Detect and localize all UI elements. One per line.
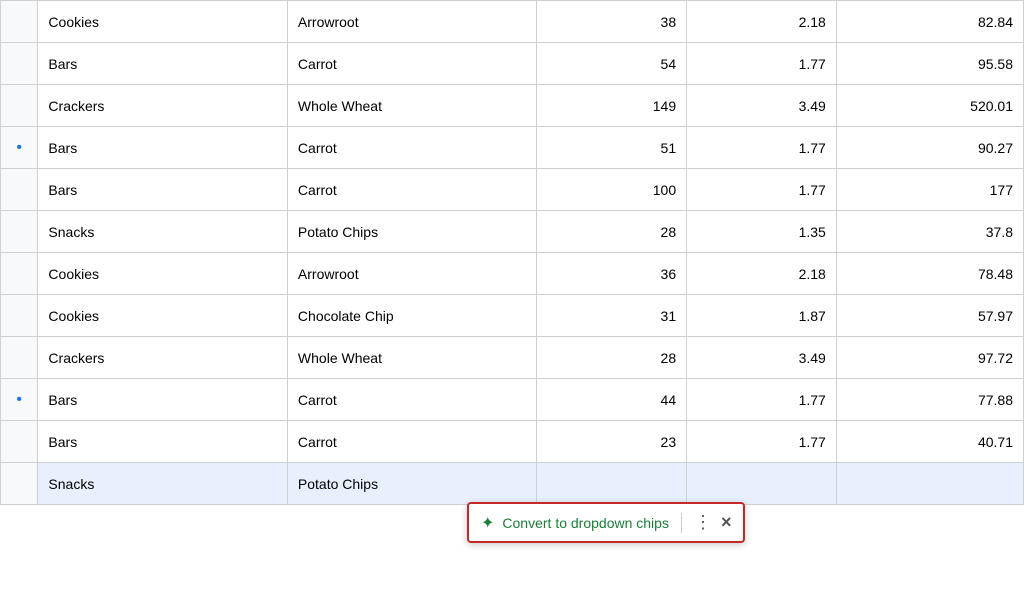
total-cell[interactable]: 177 <box>836 169 1023 211</box>
qty-cell[interactable]: 28 <box>537 211 687 253</box>
popup-label[interactable]: Convert to dropdown chips <box>502 515 669 531</box>
price-cell[interactable]: 1.77 <box>687 169 837 211</box>
price-cell[interactable]: 1.77 <box>687 421 837 463</box>
row-indicator <box>1 337 38 379</box>
table-row[interactable]: BarsCarrot541.7795.58 <box>1 43 1024 85</box>
popup-divider <box>681 513 682 533</box>
name-cell[interactable]: Arrowroot <box>287 253 537 295</box>
name-cell[interactable]: Potato Chips <box>287 463 537 505</box>
name-cell[interactable]: Arrowroot <box>287 1 537 43</box>
total-cell[interactable]: 77.88 <box>836 379 1023 421</box>
table-row[interactable]: CookiesArrowroot382.1882.84 <box>1 1 1024 43</box>
category-cell[interactable]: Cookies <box>38 295 288 337</box>
name-cell[interactable]: Carrot <box>287 169 537 211</box>
qty-cell[interactable]: 51 <box>537 127 687 169</box>
qty-cell[interactable]: 38 <box>537 1 687 43</box>
row-indicator <box>1 43 38 85</box>
total-cell[interactable]: 82.84 <box>836 1 1023 43</box>
qty-cell[interactable]: 100 <box>537 169 687 211</box>
name-cell[interactable]: Chocolate Chip <box>287 295 537 337</box>
name-cell[interactable]: Potato Chips <box>287 211 537 253</box>
row-indicator <box>1 85 38 127</box>
total-cell[interactable]: 40.71 <box>836 421 1023 463</box>
category-cell[interactable]: Bars <box>38 169 288 211</box>
category-cell[interactable]: Bars <box>38 379 288 421</box>
category-cell[interactable]: Bars <box>38 127 288 169</box>
price-cell[interactable]: 1.77 <box>687 127 837 169</box>
category-cell[interactable]: Crackers <box>38 85 288 127</box>
price-cell[interactable]: 1.87 <box>687 295 837 337</box>
total-cell[interactable] <box>836 463 1023 505</box>
total-cell[interactable]: 57.97 <box>836 295 1023 337</box>
category-cell[interactable]: Cookies <box>38 253 288 295</box>
name-cell[interactable]: Carrot <box>287 43 537 85</box>
table-row[interactable]: SnacksPotato Chips281.3537.8 <box>1 211 1024 253</box>
more-options-icon[interactable]: ⋮ <box>694 512 713 533</box>
price-cell[interactable]: 1.77 <box>687 43 837 85</box>
category-cell[interactable]: Cookies <box>38 1 288 43</box>
name-cell[interactable]: Carrot <box>287 379 537 421</box>
qty-cell[interactable]: 31 <box>537 295 687 337</box>
table-row[interactable]: BarsCarrot231.7740.71 <box>1 421 1024 463</box>
data-table: CookiesArrowroot382.1882.84BarsCarrot541… <box>0 0 1024 505</box>
table-row[interactable]: •BarsCarrot511.7790.27 <box>1 127 1024 169</box>
name-cell[interactable]: Whole Wheat <box>287 85 537 127</box>
row-indicator <box>1 169 38 211</box>
qty-cell[interactable]: 36 <box>537 253 687 295</box>
row-indicator <box>1 253 38 295</box>
total-cell[interactable]: 520.01 <box>836 85 1023 127</box>
total-cell[interactable]: 95.58 <box>836 43 1023 85</box>
name-cell[interactable]: Carrot <box>287 127 537 169</box>
total-cell[interactable]: 90.27 <box>836 127 1023 169</box>
price-cell[interactable]: 1.77 <box>687 379 837 421</box>
total-cell[interactable]: 97.72 <box>836 337 1023 379</box>
table-row[interactable]: CrackersWhole Wheat283.4997.72 <box>1 337 1024 379</box>
table-row[interactable]: CrackersWhole Wheat1493.49520.01 <box>1 85 1024 127</box>
convert-popup[interactable]: ✦ Convert to dropdown chips ⋮ × <box>467 502 745 543</box>
sparkle-icon: ✦ <box>481 513 494 533</box>
price-cell[interactable]: 1.35 <box>687 211 837 253</box>
table-row[interactable]: BarsCarrot1001.77177 <box>1 169 1024 211</box>
table-row[interactable]: CookiesChocolate Chip311.8757.97 <box>1 295 1024 337</box>
row-indicator <box>1 421 38 463</box>
table-row[interactable]: CookiesArrowroot362.1878.48 <box>1 253 1024 295</box>
table-row[interactable]: SnacksPotato Chips <box>1 463 1024 505</box>
price-cell[interactable]: 3.49 <box>687 337 837 379</box>
row-indicator <box>1 463 38 505</box>
price-cell[interactable]: 2.18 <box>687 253 837 295</box>
category-cell[interactable]: Crackers <box>38 337 288 379</box>
close-icon[interactable]: × <box>721 512 732 533</box>
total-cell[interactable]: 37.8 <box>836 211 1023 253</box>
qty-cell[interactable] <box>537 463 687 505</box>
category-cell[interactable]: Bars <box>38 421 288 463</box>
total-cell[interactable]: 78.48 <box>836 253 1023 295</box>
category-cell[interactable]: Snacks <box>38 463 288 505</box>
name-cell[interactable]: Carrot <box>287 421 537 463</box>
row-indicator: • <box>1 127 38 169</box>
qty-cell[interactable]: 44 <box>537 379 687 421</box>
category-cell[interactable]: Snacks <box>38 211 288 253</box>
qty-cell[interactable]: 28 <box>537 337 687 379</box>
qty-cell[interactable]: 23 <box>537 421 687 463</box>
name-cell[interactable]: Whole Wheat <box>287 337 537 379</box>
row-indicator <box>1 211 38 253</box>
price-cell[interactable] <box>687 463 837 505</box>
row-indicator <box>1 295 38 337</box>
table-row[interactable]: •BarsCarrot441.7777.88 <box>1 379 1024 421</box>
row-indicator: • <box>1 379 38 421</box>
qty-cell[interactable]: 149 <box>537 85 687 127</box>
price-cell[interactable]: 2.18 <box>687 1 837 43</box>
price-cell[interactable]: 3.49 <box>687 85 837 127</box>
category-cell[interactable]: Bars <box>38 43 288 85</box>
qty-cell[interactable]: 54 <box>537 43 687 85</box>
spreadsheet: CookiesArrowroot382.1882.84BarsCarrot541… <box>0 0 1024 603</box>
row-indicator <box>1 1 38 43</box>
